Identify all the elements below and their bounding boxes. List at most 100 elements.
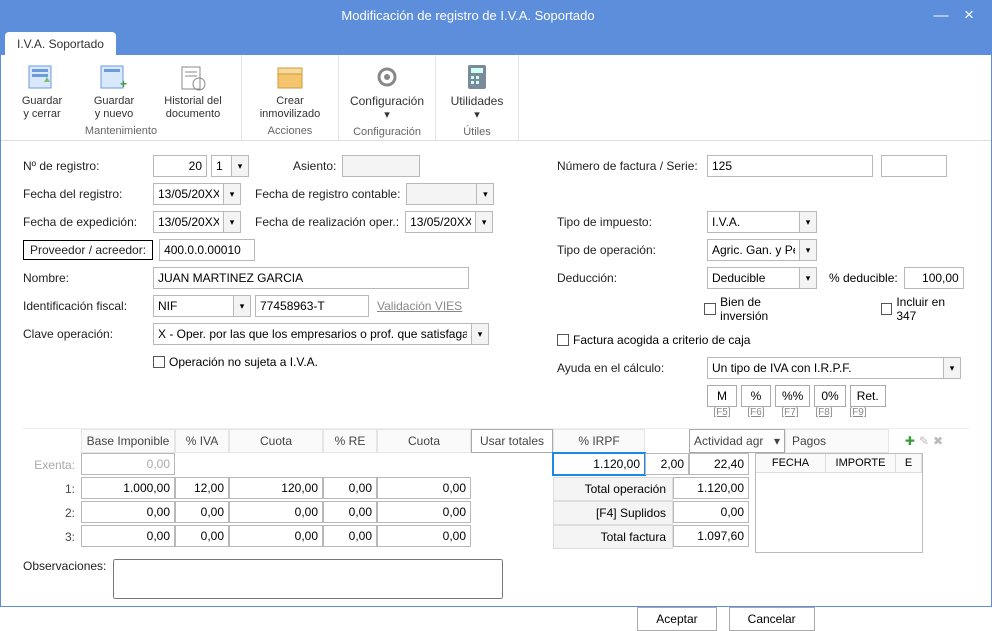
iva1[interactable] <box>175 477 229 499</box>
nosuj-label: Operación no sujeta a I.V.A. <box>169 355 318 369</box>
re1[interactable] <box>323 477 377 499</box>
nreg-idx-input[interactable] <box>211 155 231 177</box>
chevron-down-icon[interactable]: ▾ <box>476 183 494 205</box>
suplidos-value[interactable] <box>673 501 749 523</box>
idfiscal-number[interactable] <box>255 295 369 317</box>
freg-input[interactable] <box>153 183 223 205</box>
chevron-down-icon[interactable]: ▾ <box>233 295 251 317</box>
chevron-down-icon[interactable]: ▾ <box>231 155 249 177</box>
calc-ret-button[interactable]: Ret. <box>850 385 886 407</box>
nreg-input[interactable] <box>153 155 207 177</box>
froper-input[interactable] <box>405 211 475 233</box>
proveedor-label[interactable]: Proveedor / acreedor: <box>23 240 153 260</box>
pctded-label: % deducible: <box>829 271 898 285</box>
proveedor-input[interactable] <box>159 239 255 261</box>
iva2[interactable] <box>175 501 229 523</box>
cancelar-button[interactable]: Cancelar <box>729 607 815 631</box>
tipoop-input[interactable] <box>707 239 799 261</box>
delete-payment-icon[interactable]: ✖ <box>933 434 943 448</box>
factura-caja-checkbox[interactable]: Factura acogida a criterio de caja <box>557 333 750 347</box>
minimize-button[interactable]: — <box>927 7 955 24</box>
operacion-no-sujeta-checkbox[interactable]: Operación no sujeta a I.V.A. <box>153 355 318 369</box>
chevron-down-icon[interactable]: ▾ <box>471 323 489 345</box>
titlebar: Modificación de registro de I.V.A. Sopor… <box>1 1 991 29</box>
exenta-base[interactable] <box>81 453 175 475</box>
deduccion-input[interactable] <box>707 267 799 289</box>
maintenance-group-label: Mantenimiento <box>11 123 231 137</box>
cuota1[interactable] <box>229 477 323 499</box>
iva3[interactable] <box>175 525 229 547</box>
svg-text:+: + <box>120 77 127 91</box>
freg-label: Fecha del registro: <box>23 187 153 201</box>
box-icon <box>274 61 306 93</box>
base2[interactable] <box>81 501 175 523</box>
calc-pct-button[interactable]: % <box>741 385 771 407</box>
suplidos-label[interactable]: [F4] Suplidos <box>553 501 673 525</box>
asiento-label: Asiento: <box>293 159 336 173</box>
asiento-input[interactable] <box>342 155 420 177</box>
cuota1b[interactable] <box>377 477 471 499</box>
vies-link[interactable]: Validación VIES <box>377 299 462 313</box>
chevron-down-icon[interactable]: ▾ <box>943 357 961 379</box>
save-new-icon: + <box>98 61 130 93</box>
usar-totales-button[interactable]: Usar totales <box>471 429 553 453</box>
re3[interactable] <box>323 525 377 547</box>
col-cuota: Cuota <box>229 429 323 453</box>
close-button[interactable]: × <box>955 5 983 25</box>
calc-pp-button[interactable]: %% <box>775 385 810 407</box>
cuota2[interactable] <box>229 501 323 523</box>
observaciones-input[interactable] <box>113 559 503 599</box>
cuota2b[interactable] <box>377 501 471 523</box>
cuota3b[interactable] <box>377 525 471 547</box>
chevron-down-icon[interactable]: ▾ <box>799 267 817 289</box>
serie-input[interactable] <box>881 155 947 177</box>
pctded-input[interactable] <box>904 267 964 289</box>
nombre-input[interactable] <box>153 267 469 289</box>
aceptar-button[interactable]: Aceptar <box>637 607 716 631</box>
utils-button[interactable]: Utilidades▾ <box>446 61 508 122</box>
row3-label: 3: <box>23 525 81 549</box>
utils-group-label: Útiles <box>446 124 508 138</box>
bien-inversion-checkbox[interactable]: Bien de inversión <box>704 295 810 323</box>
payments-table: FECHA IMPORTE E <box>755 453 923 553</box>
utils-label: Utilidades▾ <box>412 95 542 122</box>
claveop-label: Clave operación: <box>23 327 153 341</box>
f9-hint: [F9] <box>843 407 873 418</box>
chevron-down-icon[interactable]: ▾ <box>223 211 241 233</box>
froper-label: Fecha de realización oper.: <box>255 215 399 229</box>
base3[interactable] <box>81 525 175 547</box>
create-fixed-asset-button[interactable]: Crear inmovilizado <box>252 61 328 121</box>
save-close-icon <box>26 61 58 93</box>
add-payment-icon[interactable]: ✚ <box>905 434 915 448</box>
tipoimp-input[interactable] <box>707 211 799 233</box>
exenta-label: Exenta: <box>23 453 81 477</box>
chevron-down-icon[interactable]: ▾ <box>475 211 493 233</box>
irpf-base[interactable] <box>553 453 645 475</box>
base1[interactable] <box>81 477 175 499</box>
irpf-pct[interactable] <box>645 453 689 475</box>
calc-0-button[interactable]: 0% <box>814 385 845 407</box>
cuota3[interactable] <box>229 525 323 547</box>
irpf-cuota[interactable] <box>689 453 749 475</box>
actividad-button[interactable]: Actividad agr▾ <box>689 429 785 453</box>
totfac-value[interactable] <box>673 525 749 547</box>
ribbon: Guardar y cerrar + Guardar y nuevo Histo… <box>1 55 991 141</box>
tab-iva-soportado[interactable]: I.V.A. Soportado <box>5 32 116 55</box>
idfiscal-type[interactable] <box>153 295 233 317</box>
calc-m-button[interactable]: M <box>707 385 737 407</box>
chevron-down-icon[interactable]: ▾ <box>799 239 817 261</box>
edit-payment-icon[interactable]: ✎ <box>919 434 929 448</box>
totop-value[interactable] <box>673 477 749 499</box>
chevron-down-icon[interactable]: ▾ <box>223 183 241 205</box>
history-button[interactable]: Historial del documento <box>155 61 231 121</box>
re2[interactable] <box>323 501 377 523</box>
chevron-down-icon[interactable]: ▾ <box>799 211 817 233</box>
tipoimp-label: Tipo de impuesto: <box>557 215 707 229</box>
claveop-input[interactable] <box>153 323 471 345</box>
nfactura-input[interactable] <box>707 155 873 177</box>
f6-hint: [F6] <box>741 407 771 418</box>
fexp-input[interactable] <box>153 211 223 233</box>
incluir-347-checkbox[interactable]: Incluir en 347 <box>881 295 968 323</box>
ayuda-input[interactable] <box>707 357 943 379</box>
frcont-input[interactable] <box>406 183 476 205</box>
